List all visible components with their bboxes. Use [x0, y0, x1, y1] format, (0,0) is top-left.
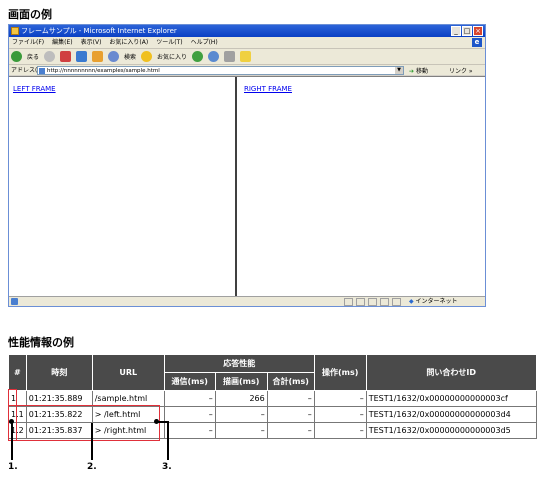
cell-comm: –	[163, 406, 216, 423]
status-zone: ◆ インターネット	[409, 297, 458, 307]
maximize-button[interactable]: □	[462, 26, 472, 36]
favorites-button-label[interactable]: お気に入り	[157, 52, 187, 61]
mail-icon[interactable]	[208, 51, 220, 62]
address-bar: アドレス(D) http://nnnnnnnnn/examples/sample…	[9, 64, 485, 75]
menu-tools[interactable]: ツール(T)	[156, 37, 182, 48]
page-icon	[39, 68, 45, 74]
callout-line-2	[91, 423, 93, 460]
menu-file[interactable]: ファイル(F)	[12, 37, 44, 48]
status-pane	[356, 298, 365, 306]
cell-comm: –	[163, 390, 216, 407]
cell-query: TEST1/1632/0x00000000000003cf	[365, 390, 537, 407]
cell-total: –	[266, 390, 315, 407]
col-header-op: 操作(ms)	[313, 354, 367, 391]
col-header-comm: 通信(ms)	[163, 372, 216, 391]
refresh-icon[interactable]	[76, 51, 88, 62]
folder-icon[interactable]	[240, 51, 252, 62]
window-title: フレームサンプル - Microsoft Internet Explorer	[21, 27, 177, 35]
col-header-url: URL	[91, 354, 165, 391]
cell-query: TEST1/1632/0x00000000000003d5	[365, 422, 537, 439]
marker-2: 2.	[87, 462, 97, 472]
menu-help[interactable]: ヘルプ(H)	[191, 37, 218, 48]
cell-query: TEST1/1632/0x00000000000003d4	[365, 406, 537, 423]
col-header-num: #	[8, 354, 27, 391]
cell-op: –	[313, 422, 367, 439]
cell-draw: –	[214, 422, 268, 439]
menu-favorites[interactable]: お気に入り(A)	[109, 37, 148, 48]
status-bar: ◆ インターネット	[9, 296, 485, 306]
col-header-response: 応答性能	[163, 354, 315, 373]
left-frame-link[interactable]: LEFT FRAME	[13, 85, 56, 93]
favorites-icon[interactable]	[141, 51, 153, 62]
cell-total: –	[266, 422, 315, 439]
print-icon[interactable]	[224, 51, 236, 62]
forward-icon[interactable]	[44, 51, 56, 62]
address-value: http://nnnnnnnnn/examples/sample.html	[47, 68, 160, 74]
right-frame-link[interactable]: RIGHT FRAME	[244, 85, 292, 93]
chevron-down-icon[interactable]: ▼	[395, 67, 403, 74]
browser-window: フレームサンプル - Microsoft Internet Explorer _…	[8, 24, 486, 307]
ie-logo-icon: e	[472, 38, 482, 47]
menu-bar: ファイル(F) 編集(E) 表示(V) お気に入り(A) ツール(T) ヘルプ(…	[9, 37, 485, 48]
search-icon[interactable]	[108, 51, 120, 62]
status-pane	[392, 298, 401, 306]
title-bar: フレームサンプル - Microsoft Internet Explorer _…	[9, 25, 485, 37]
toolbar: 戻る 検索 お気に入り	[9, 48, 485, 64]
go-button-label: 移動	[415, 68, 428, 75]
close-button[interactable]: ×	[473, 26, 483, 36]
search-button-label[interactable]: 検索	[124, 52, 136, 61]
cell-comm: –	[163, 422, 216, 439]
col-header-draw: 描画(ms)	[214, 372, 268, 391]
stop-icon[interactable]	[60, 51, 72, 62]
callout-line-3	[167, 421, 169, 460]
status-zone-label: インターネット	[415, 298, 458, 305]
callout-line-1	[11, 422, 13, 460]
cell-total: –	[266, 406, 315, 423]
status-page-icon	[11, 298, 18, 305]
perf-heading: 性能情報の例	[8, 336, 74, 349]
callout-dot-1	[9, 419, 14, 424]
child-rows-highlight-box	[8, 405, 160, 441]
status-pane	[380, 298, 389, 306]
left-frame: LEFT FRAME	[9, 77, 235, 297]
right-frame: RIGHT FRAME	[239, 77, 485, 297]
home-icon[interactable]	[92, 51, 104, 62]
marker-3: 3.	[162, 462, 172, 472]
minimize-button[interactable]: _	[451, 26, 461, 36]
back-icon[interactable]	[11, 51, 22, 62]
page-content: LEFT FRAME RIGHT FRAME	[9, 76, 485, 297]
status-pane	[368, 298, 377, 306]
address-input[interactable]: http://nnnnnnnnn/examples/sample.html ▼	[37, 66, 404, 75]
screen-heading: 画面の例	[8, 8, 52, 21]
cell-draw: –	[214, 406, 268, 423]
status-pane	[344, 298, 353, 306]
app-icon	[11, 27, 19, 35]
marker-1: 1.	[8, 462, 18, 472]
cell-op: –	[313, 406, 367, 423]
menu-view[interactable]: 表示(V)	[81, 37, 102, 48]
callout-dot-3	[154, 419, 159, 424]
col-header-total: 合計(ms)	[266, 372, 315, 391]
cell-draw: 266	[214, 390, 268, 407]
col-header-time: 時刻	[25, 354, 93, 391]
internet-icon: ◆	[409, 298, 414, 305]
back-button-label[interactable]: 戻る	[27, 52, 39, 61]
history-icon[interactable]	[192, 51, 204, 62]
menu-edit[interactable]: 編集(E)	[52, 37, 72, 48]
go-arrow-icon: ➔	[409, 68, 415, 75]
col-header-query: 問い合わせID	[365, 354, 537, 391]
cell-op: –	[313, 390, 367, 407]
